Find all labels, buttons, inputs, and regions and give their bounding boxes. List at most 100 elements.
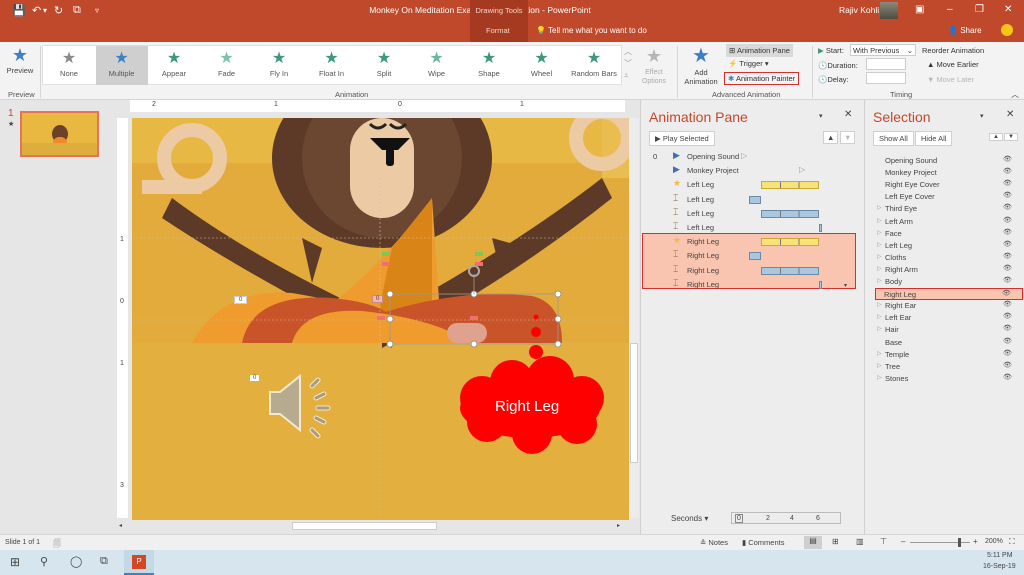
timing-bar[interactable] [761,181,819,190]
animation-list-item[interactable]: ⌶ Right Leg [649,278,859,292]
visibility-eye-icon[interactable]: 👁 [1003,167,1012,175]
animation-list-item[interactable]: 0 ▶ Opening Sound ▷ [649,150,859,164]
gallery-item-shape[interactable]: ★ Shape [463,46,515,85]
avatar[interactable] [880,2,898,19]
move-later-button[interactable]: ▼ Move Later [927,75,974,84]
task-view-icon[interactable]: ⧉ [100,555,108,568]
delay-input[interactable] [866,72,906,84]
visibility-eye-icon[interactable]: 👁 [1003,191,1012,199]
slideshow-icon[interactable]: ⊤ [880,537,887,546]
expand-group-icon[interactable]: ▷ [877,241,882,248]
visibility-eye-icon[interactable]: 👁 [1003,252,1012,260]
collapse-ribbon-icon[interactable]: ︿ [1011,89,1019,100]
search-icon[interactable]: ⚲ [40,555,48,568]
animation-list-item[interactable]: ⌶ Right Leg [649,264,859,278]
zoom-slider[interactable] [910,538,970,547]
list-scroll-down-icon[interactable]: ▾ [844,282,847,289]
visibility-eye-icon[interactable]: 👁 [1003,324,1012,332]
hide-all-button[interactable]: Hide All [915,131,953,146]
timing-bar[interactable] [819,224,822,232]
animation-painter-button[interactable]: ✱ Animation Painter [724,72,800,85]
powerpoint-taskbar-button[interactable]: P [124,550,154,575]
expand-group-icon[interactable]: ▷ [877,217,882,224]
clock-time[interactable]: 5:11 PM [987,552,1013,559]
expand-group-icon[interactable]: ▷ [877,325,882,332]
visibility-eye-icon[interactable]: 👁 [1003,203,1012,211]
normal-view-icon[interactable]: ▤ [804,536,822,549]
expand-group-icon[interactable]: ▷ [877,301,882,308]
zoom-level[interactable]: 200% [985,538,1003,545]
gallery-item-appear[interactable]: ★ Appear [148,46,200,85]
selection-item[interactable]: Left Eye Cover 👁 [877,191,1017,203]
timing-bar[interactable] [749,252,761,261]
selection-item[interactable]: Opening Sound 👁 [877,155,1017,167]
visibility-eye-icon[interactable]: 👁 [1003,276,1012,284]
timing-bar[interactable] [761,238,819,247]
selection-item[interactable]: ▷ Body 👁 [877,276,1017,288]
play-selected-button[interactable]: ▶ Play Selected [649,131,715,146]
scroll-left-icon[interactable]: ◂ [119,522,122,529]
gallery-item-fly-in[interactable]: ★ Fly In [253,46,305,85]
selection-item[interactable]: ▷ Cloths 👁 [877,252,1017,264]
zoom-in-button[interactable]: + [973,537,978,546]
animation-list-item[interactable]: ▶ Monkey Project ▷ [649,164,859,178]
tab-format[interactable]: Format [486,26,510,35]
selection-item[interactable]: ▷ Left Arm 👁 [877,216,1017,228]
visibility-eye-icon[interactable]: 👁 [1003,300,1012,308]
selection-item[interactable]: ▷ Left Ear 👁 [877,312,1017,324]
visibility-eye-icon[interactable]: 👁 [1003,264,1012,272]
gallery-item-wipe[interactable]: ★ Wipe [411,46,463,85]
bring-forward-button[interactable]: ▲ [989,133,1003,141]
comments-button[interactable]: ▮ Comments [742,538,784,547]
gallery-item-float-in[interactable]: ★ Float In [306,46,358,85]
reading-view-icon[interactable]: ▥ [856,537,864,546]
selection-item[interactable]: ▷ Right Arm 👁 [877,264,1017,276]
callout-text[interactable]: Right Leg [495,398,559,415]
minimize-button[interactable]: – [947,4,953,15]
gallery-item-fade[interactable]: ★ Fade [201,46,253,85]
preview-button[interactable]: ★ Preview [4,44,36,88]
visibility-eye-icon[interactable]: 👁 [1003,337,1012,345]
selection-item[interactable]: Right Leg 👁 [875,288,1023,301]
timing-bar[interactable] [761,266,819,275]
gallery-item-random-bars[interactable]: ★ Random Bars [568,46,620,85]
visibility-eye-icon[interactable]: 👁 [1003,361,1012,369]
animation-list-item[interactable]: ⌶ Left Leg [649,221,859,235]
visibility-eye-icon[interactable]: 👁 [1003,312,1012,320]
animation-pane-button[interactable]: ⊞ Animation Pane [726,44,793,57]
close-button[interactable]: ✕ [1004,4,1012,15]
share-button[interactable]: 👤 Share [948,26,982,35]
vertical-scrollbar[interactable] [629,118,639,518]
visibility-eye-icon[interactable]: 👁 [1003,155,1012,163]
tell-me-search[interactable]: 💡 Tell me what you want to do [536,26,647,35]
gallery-item-wheel[interactable]: ★ Wheel [516,46,568,85]
timeline-ruler[interactable]: 0 2 4 6 [731,512,841,524]
start-dropdown[interactable]: With Previous ⌄ [850,44,916,56]
gallery-scroll-buttons[interactable]: ︿ ﹀ ⩡ [624,46,632,82]
zoom-out-button[interactable]: – [901,537,905,546]
notes-button[interactable]: ≗ Notes [700,538,728,547]
selection-item[interactable]: ▷ Right Ear 👁 [877,300,1017,312]
horizontal-scrollbar[interactable]: ◂ ▸ [117,520,629,532]
selection-item[interactable]: Right Eye Cover 👁 [877,179,1017,191]
windows-start-icon[interactable]: ⊞ [10,555,20,569]
selection-item[interactable]: Monkey Project 👁 [877,167,1017,179]
animation-list-item[interactable]: ⌶ Left Leg [649,207,859,221]
selection-item[interactable]: ▷ Third Eye 👁 [877,203,1017,215]
seconds-dropdown[interactable]: Seconds ▾ [671,514,708,523]
animation-tag-sound[interactable]: 0 [250,375,260,381]
visibility-eye-icon[interactable]: 👁 [1003,349,1012,357]
expand-group-icon[interactable]: ▷ [877,362,882,369]
move-earlier-button[interactable]: ▲ Move Earlier [927,60,979,69]
scroll-right-icon[interactable]: ▸ [617,522,620,529]
expand-group-icon[interactable]: ▷ [877,277,882,284]
visibility-eye-icon[interactable]: 👁 [1003,240,1012,248]
slide-thumbnail[interactable] [20,111,99,157]
selection-item[interactable]: ▷ Stones 👁 [877,373,1017,385]
duration-input[interactable] [866,58,906,70]
move-up-button[interactable]: ▲ [823,131,839,144]
selection-item[interactable]: ▷ Tree 👁 [877,361,1017,373]
slide-sorter-icon[interactable]: ⊞ [832,537,839,546]
timing-bar[interactable] [749,195,761,204]
zoom-slider-thumb[interactable] [958,538,961,547]
